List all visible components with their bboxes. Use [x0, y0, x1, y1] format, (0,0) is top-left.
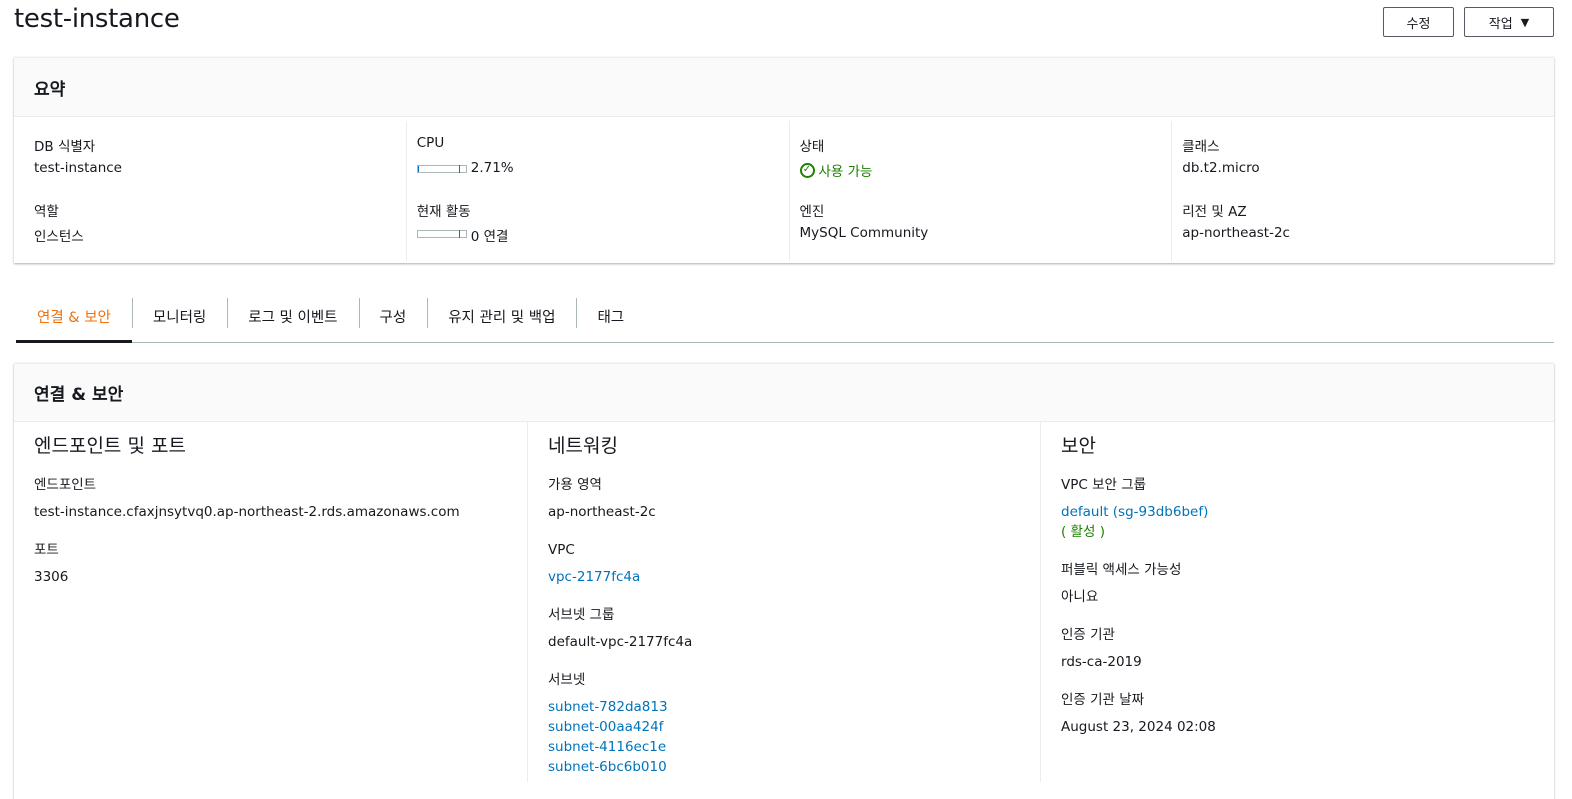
security-group-link[interactable]: default (sg-93db6bef) — [1061, 502, 1553, 522]
ca-date-value: August 23, 2024 02:08 — [1061, 719, 1216, 735]
activity-label: 현재 활동 — [416, 204, 471, 220]
tab-monitoring[interactable]: 모니터링 — [131, 290, 227, 342]
vpc-link[interactable]: vpc-2177fc4a — [548, 567, 1040, 587]
summary-panel: 요약 DB 식별자 test-instance 역할 인스턴스 CPU 2.71… — [14, 57, 1554, 263]
summary-col-class: 클래스 db.t2.micro 리전 및 AZ ap-northeast-2c — [1171, 121, 1554, 261]
subnet-group-value: default-vpc-2177fc4a — [548, 634, 693, 650]
actions-label: 작업 — [1488, 16, 1513, 32]
tab-bar: 연결 & 보안 모니터링 로그 및 이벤트 구성 유지 관리 및 백업 태그 — [16, 290, 1554, 343]
subnet-link[interactable]: subnet-6bc6b010 — [548, 757, 1040, 777]
vpc-label: VPC — [548, 542, 575, 558]
networking-section-title: 네트워킹 — [548, 435, 618, 457]
public-access-value: 아니요 — [1061, 589, 1099, 605]
summary-header: 요약 — [14, 58, 1554, 117]
endpoint-value: test-instance.cfaxjnsytvq0.ap-northeast-… — [34, 504, 460, 520]
subnets-list: subnet-782da813 subnet-00aa424f subnet-4… — [548, 697, 1040, 777]
port-value: 3306 — [34, 569, 69, 585]
caret-down-icon: ▼ — [1520, 15, 1530, 29]
cpu-meter-fill — [417, 166, 420, 172]
engine-value: MySQL Community — [799, 225, 929, 241]
security-group-label: VPC 보안 그룹 — [1061, 477, 1147, 493]
subnets-label: 서브넷 — [548, 672, 586, 688]
ca-date-label: 인증 기관 날짜 — [1061, 692, 1145, 708]
activity-value: 0 연결 — [470, 229, 509, 245]
summary-col-id: DB 식별자 test-instance 역할 인스턴스 — [14, 121, 406, 261]
tab-maintenance-backups[interactable]: 유지 관리 및 백업 — [427, 290, 576, 342]
db-id-value: test-instance — [34, 160, 122, 176]
tab-configuration[interactable]: 구성 — [358, 290, 428, 342]
az-label: 가용 영역 — [548, 477, 602, 493]
page-title: test-instance — [14, 4, 180, 34]
endpoint-section-title: 엔드포인트 및 포트 — [34, 435, 186, 457]
role-label: 역할 — [34, 204, 59, 220]
connectivity-grid: 엔드포인트 및 포트 엔드포인트 test-instance.cfaxjnsyt… — [14, 422, 1554, 782]
engine-label: 엔진 — [799, 204, 825, 220]
security-column: 보안 VPC 보안 그룹 default (sg-93db6bef) ( 활성 … — [1040, 422, 1553, 782]
subnet-link[interactable]: subnet-4116ec1e — [548, 737, 1040, 757]
port-label: 포트 — [34, 542, 59, 558]
tab-connectivity-security[interactable]: 연결 & 보안 — [16, 290, 132, 343]
connectivity-header: 연결 & 보안 — [14, 364, 1554, 422]
security-group-status: ( 활성 ) — [1061, 524, 1105, 540]
status-value-row: ✓ 사용 가능 — [799, 160, 1172, 200]
cpu-value-row: 2.71% — [416, 160, 789, 200]
check-circle-icon: ✓ — [799, 162, 815, 178]
activity-meter — [416, 230, 467, 238]
ca-label: 인증 기관 — [1061, 627, 1115, 643]
class-value: db.t2.micro — [1182, 160, 1260, 176]
edit-button[interactable]: 수정 — [1383, 7, 1454, 37]
activity-meter-threshold — [458, 230, 460, 238]
tab-logs-events[interactable]: 로그 및 이벤트 — [227, 290, 358, 342]
endpoint-label: 엔드포인트 — [34, 477, 97, 493]
endpoint-column: 엔드포인트 및 포트 엔드포인트 test-instance.cfaxjnsyt… — [14, 422, 527, 782]
status-label: 상태 — [799, 139, 825, 155]
status-badge: ✓ 사용 가능 — [799, 160, 873, 180]
az-value: ap-northeast-2c — [548, 504, 656, 520]
cpu-value: 2.71% — [470, 160, 514, 176]
region-label: 리전 및 AZ — [1182, 204, 1247, 220]
cpu-meter-threshold — [458, 165, 460, 173]
summary-grid: DB 식별자 test-instance 역할 인스턴스 CPU 2.71% 현… — [14, 121, 1554, 261]
activity-value-row: 0 연결 — [416, 225, 789, 265]
class-label: 클래스 — [1182, 139, 1220, 155]
public-access-label: 퍼블릭 액세스 가능성 — [1061, 562, 1182, 578]
actions-dropdown-button[interactable]: 작업 ▼ — [1464, 7, 1554, 37]
role-value: 인스턴스 — [34, 229, 84, 245]
subnet-group-label: 서브넷 그룹 — [548, 607, 615, 623]
security-section-title: 보안 — [1061, 435, 1096, 457]
ca-value: rds-ca-2019 — [1061, 654, 1142, 670]
networking-column: 네트워킹 가용 영역 ap-northeast-2c VPC vpc-2177f… — [527, 422, 1040, 782]
summary-col-status: 상태 ✓ 사용 가능 엔진 MySQL Community — [788, 121, 1172, 261]
cpu-label: CPU — [416, 135, 445, 151]
cpu-meter — [416, 165, 467, 173]
region-value: ap-northeast-2c — [1182, 225, 1290, 241]
subnet-link[interactable]: subnet-00aa424f — [548, 717, 1040, 737]
summary-col-cpu: CPU 2.71% 현재 활동 0 연결 — [405, 121, 789, 261]
db-id-label: DB 식별자 — [34, 139, 96, 155]
subnet-link[interactable]: subnet-782da813 — [548, 697, 1040, 717]
status-value: 사용 가능 — [818, 164, 873, 180]
connectivity-panel: 연결 & 보안 엔드포인트 및 포트 엔드포인트 test-instance.c… — [14, 363, 1554, 799]
tab-tags[interactable]: 태그 — [576, 290, 645, 342]
